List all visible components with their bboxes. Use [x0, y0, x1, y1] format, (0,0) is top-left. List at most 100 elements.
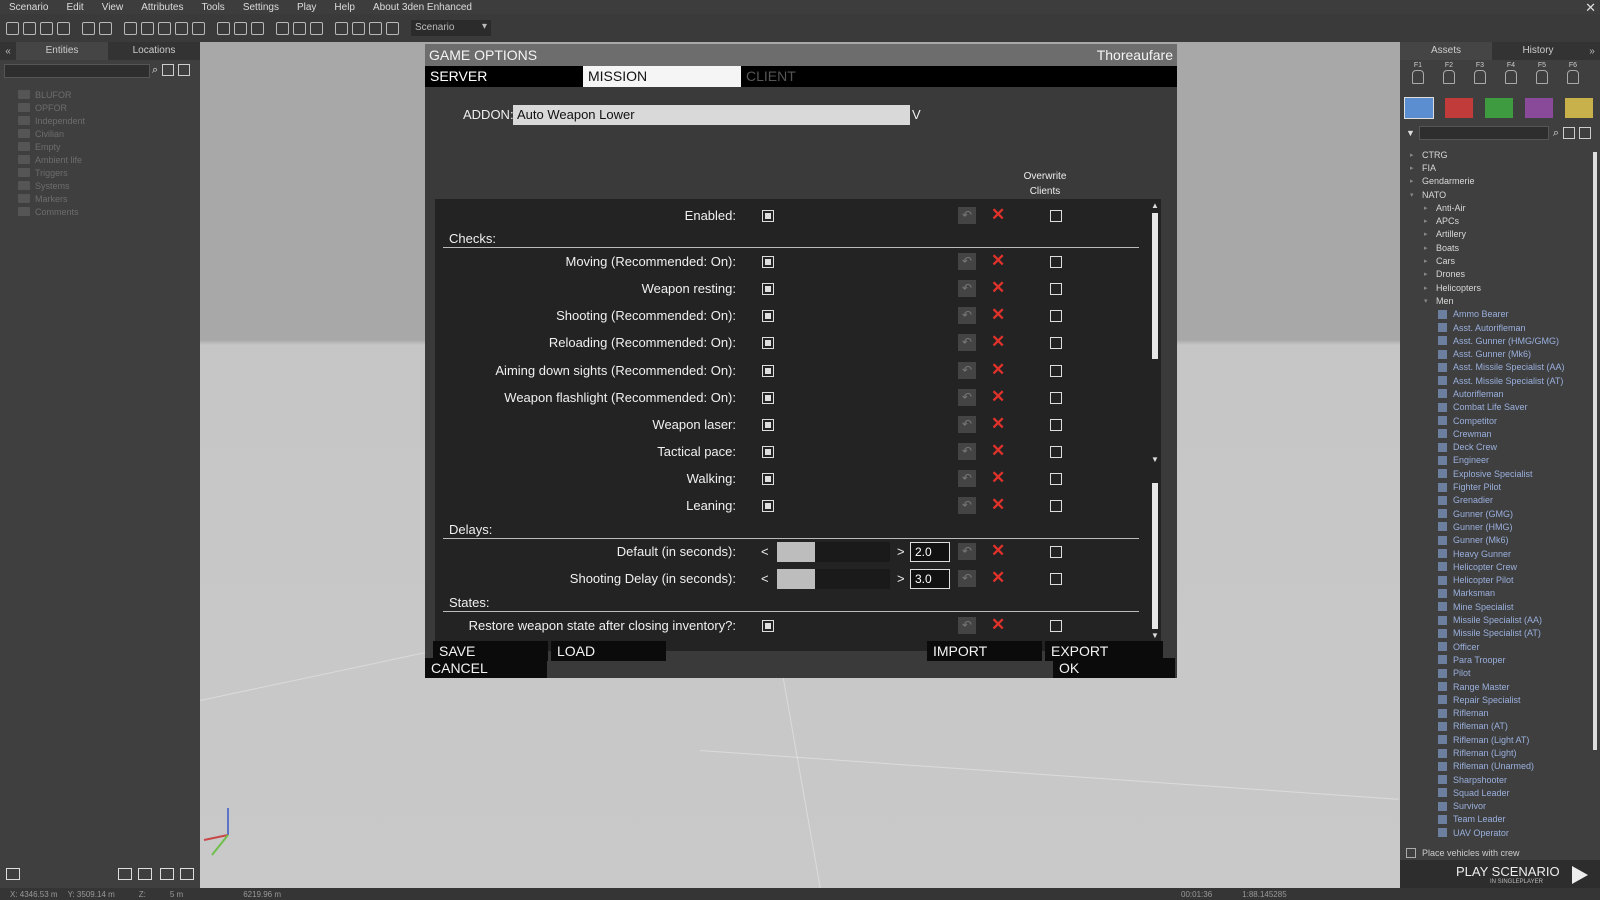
overwrite-clients-checkbox[interactable]	[1050, 620, 1062, 632]
buildings-icon[interactable]	[352, 21, 365, 35]
tab-history[interactable]: History	[1492, 42, 1584, 60]
option-checkbox[interactable]	[762, 310, 774, 322]
entity-folder-systems[interactable]: Systems	[18, 179, 85, 192]
slider-thumb[interactable]	[777, 542, 815, 562]
option-slider[interactable]: < >3.0	[757, 569, 950, 589]
undo-arrow-icon[interactable]: ↶	[958, 570, 976, 587]
ok-button[interactable]: OK	[1053, 658, 1175, 678]
tree-item-range-master[interactable]: Range Master	[1410, 680, 1565, 693]
option-checkbox[interactable]	[762, 392, 774, 404]
tree-item-squad-leader[interactable]: Squad Leader	[1410, 786, 1565, 799]
red-x-icon[interactable]: ✕	[991, 615, 1005, 635]
undo-arrow-icon[interactable]: ↶	[958, 470, 976, 487]
red-x-icon[interactable]: ✕	[991, 568, 1005, 588]
tree-item-fia[interactable]: ▸ FIA	[1410, 161, 1565, 174]
tree-item-ctrg[interactable]: ▸ CTRG	[1410, 148, 1565, 161]
red-x-icon[interactable]: ✕	[991, 495, 1005, 515]
undo-arrow-icon[interactable]: ↶	[958, 280, 976, 297]
entities-search-input[interactable]	[4, 64, 150, 78]
tree-item-combat-life-saver[interactable]: Combat Life Saver	[1410, 401, 1565, 414]
tree-item-pilot[interactable]: Pilot	[1410, 667, 1565, 680]
chevron-right-icon[interactable]: ▸	[1424, 284, 1436, 292]
collapse-right-icon[interactable]: »	[1584, 46, 1600, 57]
folder-settings-icon[interactable]	[138, 868, 152, 880]
search-icon[interactable]: ⌕	[152, 64, 158, 77]
tree-item-rifleman-light[interactable]: Rifleman (Light)	[1410, 746, 1565, 759]
collapse-left-icon[interactable]: «	[0, 46, 16, 57]
tree-item-helicopter-crew[interactable]: Helicopter Crew	[1410, 560, 1565, 573]
faction-flag-4[interactable]	[1525, 98, 1553, 118]
tab-mission[interactable]: MISSION	[583, 66, 741, 87]
faction-flag-1[interactable]	[1404, 97, 1434, 119]
chevron-down-icon[interactable]: ▼	[1406, 128, 1415, 138]
tree-item-sharpshooter[interactable]: Sharpshooter	[1410, 773, 1565, 786]
tree-item-asst-missile-specialist-aa[interactable]: Asst. Missile Specialist (AA)	[1410, 361, 1565, 374]
slider-value-input[interactable]: 3.0	[910, 569, 950, 589]
entity-folder-ambient-life[interactable]: Ambient life	[18, 153, 85, 166]
chevron-right-icon[interactable]: ▸	[1424, 270, 1436, 278]
red-x-icon[interactable]: ✕	[991, 541, 1005, 561]
entity-folder-opfor[interactable]: OPFOR	[18, 101, 85, 114]
place-vehicles-checkbox[interactable]	[1406, 848, 1416, 858]
overwrite-clients-checkbox[interactable]	[1050, 573, 1062, 585]
expand-all-icon[interactable]	[178, 64, 191, 76]
tree-item-ammo-bearer[interactable]: Ammo Bearer	[1410, 308, 1565, 321]
grid-icon[interactable]	[276, 21, 289, 35]
tree-item-marksman[interactable]: Marksman	[1410, 587, 1565, 600]
overwrite-clients-checkbox[interactable]	[1050, 546, 1062, 558]
entity-folder-markers[interactable]: Markers	[18, 192, 85, 205]
chevron-down-icon[interactable]: ▾	[1424, 297, 1436, 305]
entity-folder-empty[interactable]: Empty	[18, 140, 85, 153]
tree-item-deck-crew[interactable]: Deck Crew	[1410, 441, 1565, 454]
entity-folder-triggers[interactable]: Triggers	[18, 166, 85, 179]
menu-edit[interactable]: Edit	[57, 2, 92, 13]
tree-item-gendarmerie[interactable]: ▸ Gendarmerie	[1410, 175, 1565, 188]
chevron-down-icon[interactable]: ▾	[1410, 191, 1422, 199]
menu-tools[interactable]: Tools	[192, 2, 233, 13]
option-slider[interactable]: < >2.0	[757, 542, 950, 562]
tree-item-repair-specialist[interactable]: Repair Specialist	[1410, 693, 1565, 706]
entity-folder-civilian[interactable]: Civilian	[18, 127, 85, 140]
addon-dropdown-toggle[interactable]: V	[912, 107, 921, 122]
new-folder-icon[interactable]	[118, 868, 132, 880]
menu-attributes[interactable]: Attributes	[132, 2, 192, 13]
tree-item-rifleman-unarmed[interactable]: Rifleman (Unarmed)	[1410, 760, 1565, 773]
folder-add-icon[interactable]	[160, 868, 174, 880]
tree-item-fighter-pilot[interactable]: Fighter Pilot	[1410, 480, 1565, 493]
overwrite-clients-checkbox[interactable]	[1050, 365, 1062, 377]
undo-arrow-icon[interactable]: ↶	[958, 207, 976, 224]
tree-item-asst-gunner-hmg-gmg[interactable]: Asst. Gunner (HMG/GMG)	[1410, 334, 1565, 347]
tree-item-autorifleman[interactable]: Autorifleman	[1410, 387, 1565, 400]
tree-item-asst-gunner-mk6[interactable]: Asst. Gunner (Mk6)	[1410, 347, 1565, 360]
overwrite-clients-checkbox[interactable]	[1050, 310, 1062, 322]
tree-item-mine-specialist[interactable]: Mine Specialist	[1410, 600, 1565, 613]
import-button[interactable]: IMPORT	[927, 641, 1042, 661]
tab-entities[interactable]: Entities	[16, 42, 108, 60]
faction-flag-2[interactable]	[1445, 98, 1473, 118]
red-x-icon[interactable]: ✕	[991, 387, 1005, 407]
tree-item-anti-air[interactable]: ▸ Anti-Air	[1410, 201, 1565, 214]
tree-item-grenadier[interactable]: Grenadier	[1410, 494, 1565, 507]
tree-item-asst-missile-specialist-at[interactable]: Asst. Missile Specialist (AT)	[1410, 374, 1565, 387]
camera-icon[interactable]	[180, 868, 194, 880]
option-checkbox[interactable]	[762, 256, 774, 268]
translate-icon[interactable]	[141, 21, 154, 35]
tree-item-heavy-gunner[interactable]: Heavy Gunner	[1410, 547, 1565, 560]
tree-item-competitor[interactable]: Competitor	[1410, 414, 1565, 427]
asset-mode-f3[interactable]: F3	[1468, 62, 1492, 86]
mail-icon[interactable]	[234, 21, 247, 35]
scenario-select[interactable]: Scenario	[411, 20, 491, 36]
undo-arrow-icon[interactable]: ↶	[958, 497, 976, 514]
chevron-right-icon[interactable]: ▸	[1424, 230, 1436, 238]
redo-icon[interactable]	[99, 21, 112, 35]
option-checkbox[interactable]	[762, 500, 774, 512]
undo-arrow-icon[interactable]: ↶	[958, 543, 976, 560]
option-checkbox[interactable]	[762, 337, 774, 349]
red-x-icon[interactable]: ✕	[991, 205, 1005, 225]
tree-item-gunner-mk6[interactable]: Gunner (Mk6)	[1410, 534, 1565, 547]
undo-arrow-icon[interactable]: ↶	[958, 307, 976, 324]
tree-item-rifleman-light-at[interactable]: Rifleman (Light AT)	[1410, 733, 1565, 746]
menu-play[interactable]: Play	[288, 2, 325, 13]
tab-locations[interactable]: Locations	[108, 42, 200, 60]
load-button[interactable]: LOAD	[551, 641, 666, 661]
